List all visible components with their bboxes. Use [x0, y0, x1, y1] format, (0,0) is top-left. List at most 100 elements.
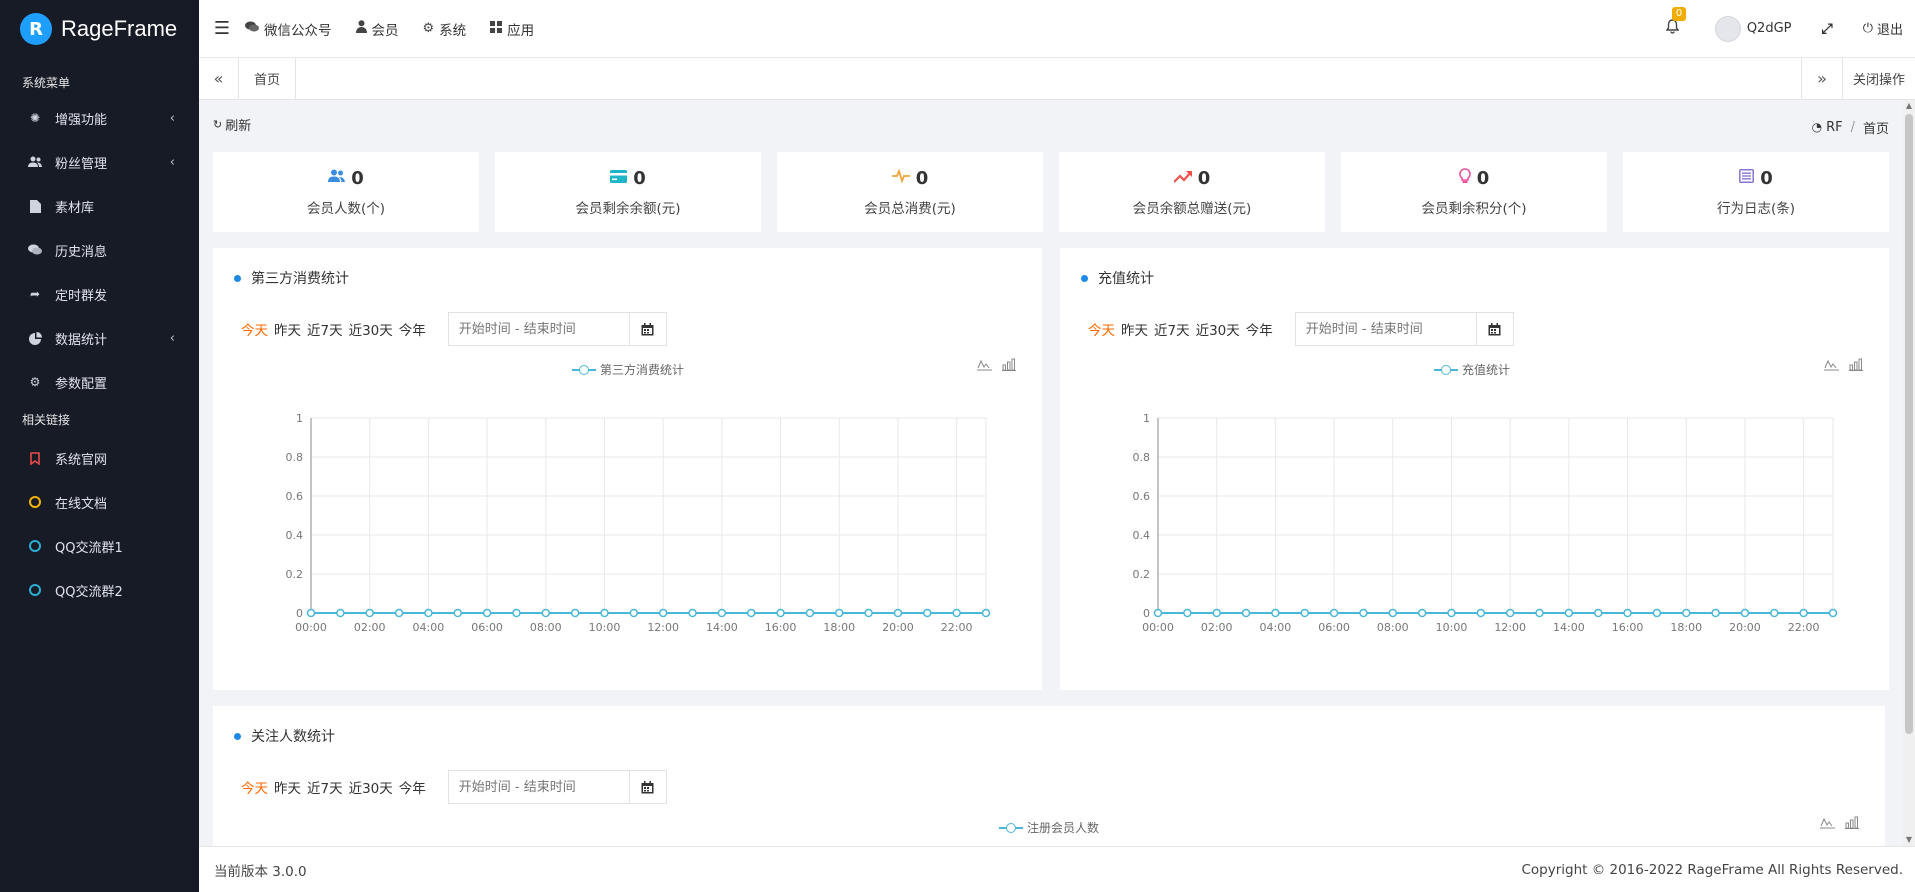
user-menu[interactable]: Q2dGP	[1714, 15, 1791, 42]
x-tick-label: 12:00	[1494, 621, 1526, 634]
tab-home[interactable]: 首页	[239, 58, 297, 99]
sidebar-item-config[interactable]: ⚙ 参数配置	[0, 360, 199, 404]
y-tick-label: 1	[1143, 412, 1150, 425]
data-point[interactable]	[1447, 608, 1456, 618]
version-text: 当前版本 3.0.0	[214, 863, 307, 880]
filter-yesterday[interactable]: 昨天	[274, 777, 301, 797]
data-point[interactable]	[1770, 608, 1779, 618]
sidebar-item-fans[interactable]: 粉丝管理 ‹	[0, 140, 199, 184]
topnav-system[interactable]: ⚙ 系统	[423, 19, 467, 39]
data-point[interactable]	[1740, 608, 1750, 618]
sidebar-link-website[interactable]: 系统官网	[0, 436, 199, 480]
data-point[interactable]	[365, 608, 374, 618]
data-point[interactable]	[541, 608, 551, 618]
top-nav: 微信公众号 会员 ⚙ 系统 应用	[245, 19, 558, 39]
data-point[interactable]	[1153, 608, 1163, 618]
chart-legend[interactable]: 注册会员人数	[999, 819, 1099, 836]
filter-30days[interactable]: 近30天	[349, 777, 393, 797]
sidebar-item-label: 定时群发	[55, 288, 108, 304]
data-point[interactable]	[1623, 608, 1632, 618]
data-point[interactable]	[923, 608, 932, 618]
data-point[interactable]	[864, 608, 873, 618]
menu-toggle-icon[interactable]: ☰	[199, 18, 245, 39]
logout-button[interactable]: ⏻ 退出	[1863, 19, 1903, 38]
sidebar-item-history[interactable]: 历史消息	[0, 228, 199, 272]
sidebar-link-qq1[interactable]: QQ交流群1	[0, 524, 199, 568]
stat-value: 0	[1197, 167, 1211, 189]
sidebar-item-stats[interactable]: 数据统计 ‹	[0, 316, 199, 360]
scroll-up-icon[interactable]: ▲	[1903, 100, 1915, 112]
data-point[interactable]	[424, 608, 433, 618]
data-point[interactable]	[805, 608, 815, 618]
scroll-down-icon[interactable]: ▼	[1903, 834, 1915, 846]
sidebar-item-materials[interactable]: 素材库	[0, 184, 199, 228]
data-point[interactable]	[1300, 608, 1309, 618]
x-tick-label: 18:00	[823, 621, 855, 634]
data-point[interactable]	[306, 608, 316, 618]
scrollbar-thumb[interactable]	[1905, 114, 1913, 734]
data-point[interactable]	[1183, 608, 1192, 618]
data-point[interactable]	[1799, 608, 1808, 618]
sidebar-link-qq2[interactable]: QQ交流群2	[0, 568, 199, 612]
data-point[interactable]	[512, 608, 521, 618]
data-point[interactable]	[835, 608, 844, 618]
data-point[interactable]	[394, 608, 404, 618]
data-point[interactable]	[1241, 608, 1251, 618]
topnav-member[interactable]: 会员	[355, 19, 399, 39]
data-point[interactable]	[1652, 608, 1662, 618]
data-point[interactable]	[1271, 608, 1280, 618]
data-point[interactable]	[776, 608, 785, 618]
data-point[interactable]	[1682, 608, 1691, 618]
data-point[interactable]	[1711, 608, 1720, 618]
filter-year[interactable]: 今年	[399, 777, 426, 797]
topnav-wechat[interactable]: 微信公众号	[245, 19, 332, 39]
data-point[interactable]	[1535, 608, 1544, 618]
data-point[interactable]	[1564, 608, 1574, 618]
data-point[interactable]	[1828, 608, 1838, 618]
data-point[interactable]	[981, 608, 991, 618]
data-point[interactable]	[717, 608, 727, 618]
data-point[interactable]	[453, 608, 462, 618]
sidebar-item-enhanced[interactable]: ✺ 增强功能 ‹	[0, 96, 199, 140]
date-range-input[interactable]	[448, 771, 629, 803]
data-point[interactable]	[658, 608, 668, 618]
tab-scroll-right-icon[interactable]: »	[1800, 58, 1843, 99]
data-point[interactable]	[746, 608, 756, 618]
credit-card-icon	[610, 169, 628, 187]
data-point[interactable]	[688, 608, 697, 618]
data-point[interactable]	[952, 608, 961, 618]
data-point[interactable]	[600, 608, 609, 618]
data-point[interactable]	[570, 608, 580, 618]
data-point[interactable]	[629, 608, 639, 618]
filter-7days[interactable]: 近7天	[307, 777, 343, 797]
page-scrollbar[interactable]: ▲ ▼	[1903, 100, 1915, 846]
sidebar-link-docs[interactable]: 在线文档	[0, 480, 199, 524]
data-point[interactable]	[1417, 608, 1427, 618]
data-point[interactable]	[893, 608, 903, 618]
filter-today[interactable]: 今天	[241, 777, 268, 797]
data-point[interactable]	[482, 608, 492, 618]
data-point[interactable]	[1505, 608, 1515, 618]
brand[interactable]: R RageFrame	[0, 0, 199, 58]
tab-scroll-left-icon[interactable]: «	[199, 58, 239, 99]
bar-chart-icon[interactable]	[1845, 816, 1859, 833]
breadcrumb-root[interactable]: RF	[1826, 120, 1843, 135]
line-chart-icon[interactable]	[1820, 816, 1835, 833]
calendar-icon[interactable]	[628, 771, 666, 803]
data-point[interactable]	[1329, 608, 1339, 618]
data-point[interactable]	[1212, 608, 1221, 618]
close-operations-button[interactable]: 关闭操作	[1843, 58, 1915, 99]
refresh-button[interactable]: ↻ 刷新	[213, 115, 251, 134]
fullscreen-icon[interactable]: ⤢	[1821, 21, 1832, 37]
stat-value: 0	[915, 167, 929, 189]
data-point[interactable]	[1593, 608, 1603, 618]
data-point[interactable]	[1476, 608, 1486, 618]
comments-icon	[28, 243, 42, 257]
panel-third-party: 第三方消费统计 今天 昨天 近7天 近30天 今年 第三方消费统计	[213, 248, 1042, 690]
data-point[interactable]	[1359, 608, 1368, 618]
data-point[interactable]	[1388, 608, 1398, 618]
data-point[interactable]	[336, 608, 345, 618]
sidebar-item-scheduled[interactable]: ➦ 定时群发	[0, 272, 199, 316]
topnav-apps[interactable]: 应用	[490, 19, 534, 39]
notifications-button[interactable]: 0	[1665, 7, 1687, 38]
